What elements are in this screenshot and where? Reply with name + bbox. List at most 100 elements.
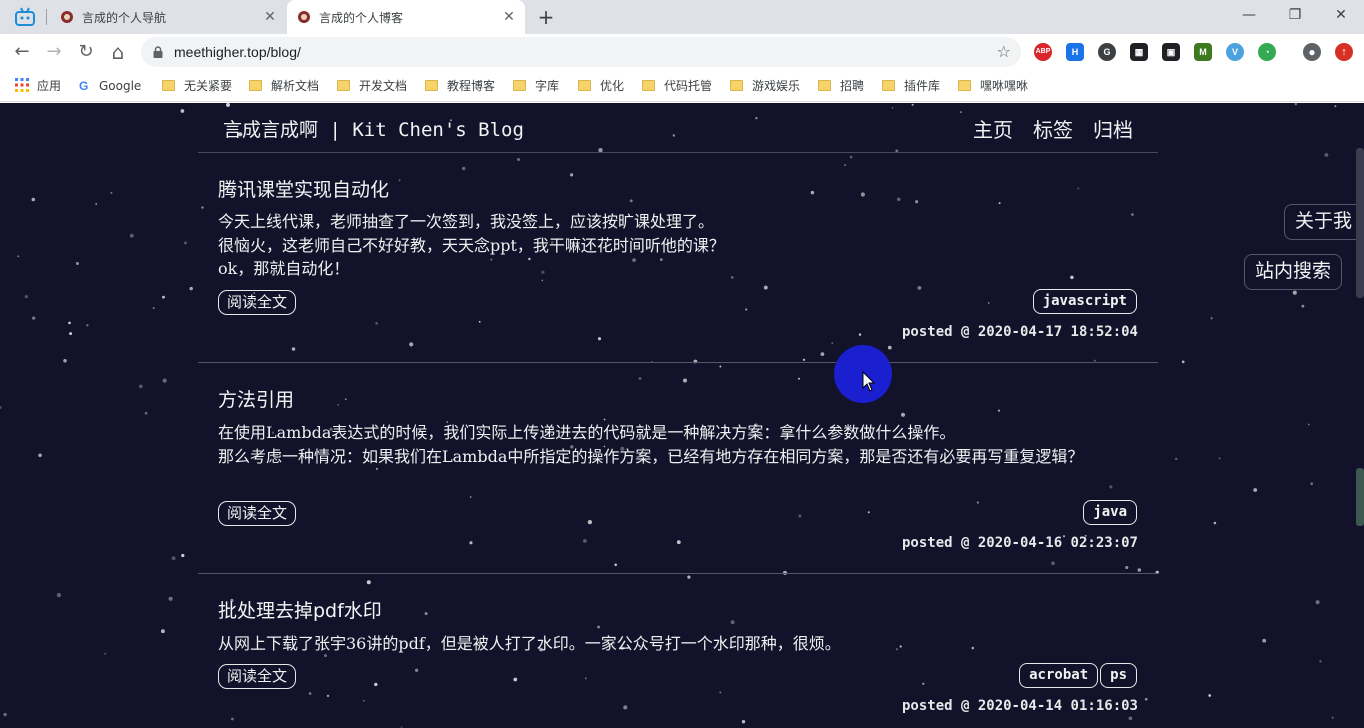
speed-extension-icon[interactable]: ◔ xyxy=(1258,43,1276,61)
star-dot xyxy=(3,712,7,717)
browser-tab-strip: 言成的个人导航 ✕ 言成的个人博客 ✕ + — ❐ ✕ xyxy=(0,0,1364,34)
bookmark-folder[interactable]: 代码托管 xyxy=(642,77,712,95)
minimize-button[interactable]: — xyxy=(1226,0,1272,34)
post-title[interactable]: 腾讯课堂实现自动化 xyxy=(218,175,389,202)
post-card: 批处理去掉pdf水印 从网上下载了张宇36讲的pdf，但是被人打了水印。一家公众… xyxy=(198,575,1158,728)
bookmark-google[interactable]: G Google xyxy=(79,77,141,95)
folder-icon xyxy=(249,80,262,91)
bookmark-label: 招聘 xyxy=(840,79,865,93)
side-widget-handle[interactable] xyxy=(1356,468,1364,526)
forward-button[interactable]: → xyxy=(41,39,67,65)
read-more-button[interactable]: 阅读全文 xyxy=(218,501,297,526)
bookmark-folder[interactable]: 招聘 xyxy=(818,77,864,95)
adblock-plus-icon[interactable]: ABP xyxy=(1034,43,1052,61)
browser-toolbar: ← → ↻ ⌂ meethigher.top/blog/ ☆ ABP H G ▦ ▣ M V… xyxy=(0,34,1364,70)
star-dot xyxy=(69,332,73,336)
folder-icon xyxy=(642,80,655,91)
site-search-button[interactable]: 站内搜索 xyxy=(1244,254,1343,290)
bookmark-label: 嘿咻嘿咻 xyxy=(980,79,1029,93)
bookmark-folder[interactable]: 游戏娱乐 xyxy=(730,77,800,95)
star-dot xyxy=(1262,638,1267,643)
bookmark-folder[interactable]: 嘿咻嘿咻 xyxy=(958,77,1028,95)
qr-code-icon[interactable]: ▦ xyxy=(1130,43,1148,61)
excerpt-line: 今天上线代课，老师抽查了一次签到，我没签上，应该按旷课处理了。 xyxy=(218,212,715,231)
picture-in-picture-icon[interactable]: ▣ xyxy=(1162,43,1180,61)
folder-icon xyxy=(337,80,350,91)
bookmark-label: 优化 xyxy=(600,79,625,93)
star-dot xyxy=(168,596,173,601)
bookmark-folder[interactable]: 优化 xyxy=(578,77,624,95)
bookmark-label: 无关紧要 xyxy=(184,79,233,93)
tag-badge[interactable]: acrobat xyxy=(1019,663,1099,688)
about-me-button[interactable]: 关于我 xyxy=(1284,204,1364,240)
post-excerpt: 在使用Lambda表达式的时候，我们实际上传递进去的代码就是一种解决方案：拿什么… xyxy=(218,421,1138,468)
lock-icon[interactable] xyxy=(153,46,163,58)
bookmark-star-icon[interactable]: ☆ xyxy=(997,42,1011,62)
nav-archive-link[interactable]: 归档 xyxy=(1093,114,1133,143)
star-dot xyxy=(56,592,62,598)
tag-badge[interactable]: java xyxy=(1083,500,1137,525)
bookmark-folder[interactable]: 字库 xyxy=(513,77,559,95)
read-more-button[interactable]: 阅读全文 xyxy=(218,664,297,689)
nav-home-link[interactable]: 主页 xyxy=(973,114,1013,143)
home-button[interactable]: ⌂ xyxy=(105,39,131,65)
close-window-button[interactable]: ✕ xyxy=(1318,0,1364,34)
excerpt-line: 在使用Lambda表达式的时候，我们实际上传递进去的代码就是一种解决方案：拿什么… xyxy=(218,423,956,442)
h-extension-icon[interactable]: H xyxy=(1066,43,1084,61)
close-tab-icon[interactable]: ✕ xyxy=(501,9,517,25)
post-title[interactable]: 方法引用 xyxy=(218,385,294,412)
post-excerpt: 今天上线代课，老师抽查了一次签到，我没签上，应该按旷课处理了。 很恼火，这老师自… xyxy=(218,210,1138,281)
read-more-button[interactable]: 阅读全文 xyxy=(218,290,297,315)
post-date: posted @ 2020-04-14 01:16:03 xyxy=(901,698,1138,714)
excerpt-line: ok，那就自动化！ xyxy=(218,259,350,278)
new-tab-button[interactable]: + xyxy=(535,6,557,28)
bookmark-folder[interactable]: 插件库 xyxy=(882,77,940,95)
g-extension-icon[interactable]: G xyxy=(1098,43,1116,61)
address-bar[interactable]: meethigher.top/blog/ ☆ xyxy=(141,37,1021,67)
star-dot xyxy=(1307,423,1310,426)
tab-title: 言成的个人导航 xyxy=(82,11,167,25)
tag-badge[interactable]: ps xyxy=(1100,663,1137,688)
star-dot xyxy=(110,191,113,194)
bookmark-folder[interactable]: 无关紧要 xyxy=(162,77,232,95)
star-dot xyxy=(138,384,143,389)
bookmark-apps[interactable]: 应用 xyxy=(15,77,61,95)
star-dot xyxy=(184,241,187,245)
tag-badge[interactable]: javascript xyxy=(1032,289,1137,314)
star-dot xyxy=(38,453,42,458)
update-icon[interactable]: ↑ xyxy=(1335,43,1353,61)
bookmark-folder[interactable]: 教程博客 xyxy=(425,77,495,95)
star-dot xyxy=(1174,457,1178,461)
url-text[interactable]: meethigher.top/blog/ xyxy=(174,44,301,60)
restore-button[interactable]: ❐ xyxy=(1272,0,1318,34)
site-favicon-icon xyxy=(298,11,310,23)
bookmark-folder[interactable]: 开发文档 xyxy=(337,77,407,95)
profile-avatar-icon[interactable]: ● xyxy=(1303,43,1321,61)
tab-personal-nav[interactable]: 言成的个人导航 ✕ xyxy=(50,0,286,34)
star-dot xyxy=(1294,103,1298,106)
bookmark-label: 教程博客 xyxy=(447,79,496,93)
star-dot xyxy=(189,286,193,291)
reload-button[interactable]: ↻ xyxy=(73,39,99,65)
star-dot xyxy=(129,233,134,238)
back-button[interactable]: ← xyxy=(9,39,35,65)
star-dot xyxy=(63,358,67,363)
bilibili-app-icon[interactable] xyxy=(14,7,36,27)
folder-icon xyxy=(425,80,438,91)
post-title[interactable]: 批处理去掉pdf水印 xyxy=(218,596,382,623)
site-favicon-icon xyxy=(61,11,73,23)
v-extension-icon[interactable]: V xyxy=(1226,43,1244,61)
star-dot xyxy=(171,556,176,561)
bookmarks-bar: 应用 G Google 无关紧要 解析文档 开发文档 教程博客 字库 优化 代码托… xyxy=(0,70,1364,102)
scrollbar-thumb[interactable] xyxy=(1356,148,1364,298)
star-dot xyxy=(1181,360,1185,364)
site-title[interactable]: 言成言成啊 | Kit Chen's Blog xyxy=(223,115,524,142)
m-extension-icon[interactable]: M xyxy=(1194,43,1212,61)
tab-personal-blog[interactable]: 言成的个人博客 ✕ xyxy=(287,0,525,34)
nav-tags-link[interactable]: 标签 xyxy=(1033,114,1073,143)
close-tab-icon[interactable]: ✕ xyxy=(262,9,278,25)
star-dot xyxy=(1315,600,1320,605)
excerpt-line: 从网上下载了张宇36讲的pdf，但是被人打了水印。一家公众号打一个水印那种，很烦… xyxy=(218,634,841,653)
star-dot xyxy=(180,109,185,113)
bookmark-folder[interactable]: 解析文档 xyxy=(249,77,319,95)
